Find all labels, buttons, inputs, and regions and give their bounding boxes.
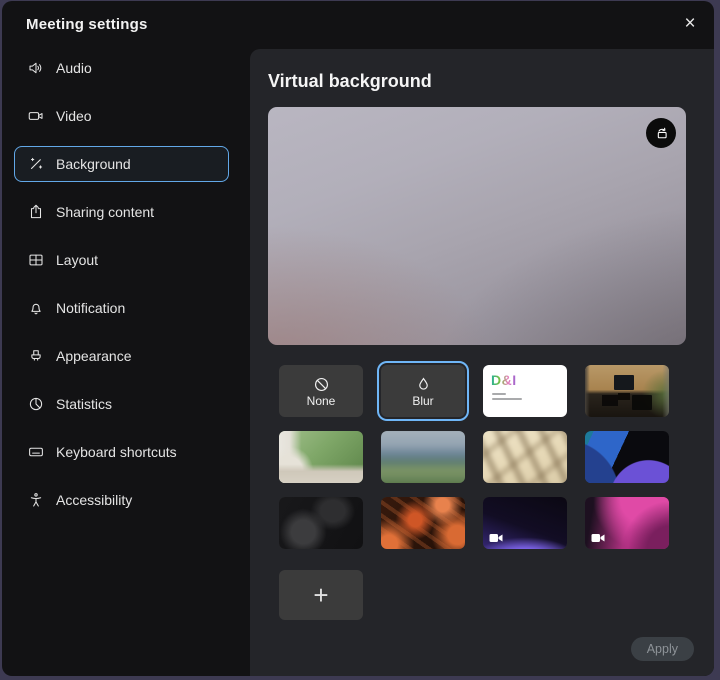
- none-icon: [312, 375, 331, 394]
- sidebar-item-layout[interactable]: Layout: [14, 242, 229, 278]
- plus-icon: +: [313, 580, 328, 611]
- flip-camera-button[interactable]: [646, 118, 676, 148]
- office-photo: [585, 365, 669, 417]
- background-thumbnail-orange-lava[interactable]: [381, 497, 465, 549]
- camera-preview: [268, 107, 686, 345]
- layout-grid-icon: [27, 251, 45, 269]
- sidebar-item-accessibility[interactable]: Accessibility: [14, 482, 229, 518]
- close-icon[interactable]: ×: [678, 11, 702, 35]
- background-thumbnail-living-room[interactable]: [279, 431, 363, 483]
- sidebar-item-sharing-content[interactable]: Sharing content: [14, 194, 229, 230]
- window-shadows-photo: [483, 431, 567, 483]
- sidebar-item-label: Video: [56, 108, 92, 124]
- dialog-title: Meeting settings: [26, 16, 148, 33]
- sidebar-item-label: Appearance: [56, 348, 132, 364]
- abstract-art: [585, 431, 669, 483]
- background-thumbnail-dark-waves[interactable]: [279, 497, 363, 549]
- sidebar-item-label: Audio: [56, 60, 92, 76]
- background-thumbnail-abstract-blue-purple[interactable]: [585, 431, 669, 483]
- background-thumbnail-dandi-logo[interactable]: D&I: [483, 365, 567, 417]
- video-camera-badge-icon: [489, 533, 503, 543]
- background-blur-button[interactable]: Blur: [381, 365, 465, 417]
- accessibility-icon: [27, 491, 45, 509]
- background-thumbnail-blurred-mountains[interactable]: [381, 431, 465, 483]
- sidebar-item-label: Keyboard shortcuts: [56, 444, 177, 460]
- background-thumbnail-purple-glow[interactable]: [483, 497, 567, 549]
- magic-wand-icon: [27, 155, 45, 173]
- apply-button[interactable]: Apply: [631, 637, 694, 661]
- dandi-logo-text: D&I: [491, 372, 517, 388]
- background-thumbnail-window-shadows[interactable]: [483, 431, 567, 483]
- blur-label: Blur: [412, 395, 433, 408]
- none-label: None: [307, 395, 336, 408]
- sidebar-item-label: Sharing content: [56, 204, 154, 220]
- sidebar-item-audio[interactable]: Audio: [14, 50, 229, 86]
- video-camera-badge-icon: [591, 533, 605, 543]
- keyboard-icon: [27, 443, 45, 461]
- background-thumbnail-grid: None Blur D&I: [279, 365, 714, 549]
- sidebar-item-label: Statistics: [56, 396, 112, 412]
- paintbrush-icon: [27, 347, 45, 365]
- background-none-button[interactable]: None: [279, 365, 363, 417]
- sidebar-item-video[interactable]: Video: [14, 98, 229, 134]
- mountains-photo: [381, 431, 465, 483]
- sidebar-item-label: Accessibility: [56, 492, 132, 508]
- virtual-background-panel: Virtual background None Blur D&I: [250, 49, 714, 676]
- panel-title: Virtual background: [268, 71, 432, 92]
- background-thumbnail-pink-abstract[interactable]: [585, 497, 669, 549]
- camera-icon: [27, 107, 45, 125]
- sidebar-item-notification[interactable]: Notification: [14, 290, 229, 326]
- dandi-tagline-line: [492, 393, 506, 395]
- sidebar-item-background[interactable]: Background: [14, 146, 229, 182]
- bell-icon: [27, 299, 45, 317]
- sidebar-item-appearance[interactable]: Appearance: [14, 338, 229, 374]
- speaker-icon: [27, 59, 45, 77]
- sidebar-item-label: Background: [56, 156, 131, 172]
- share-icon: [27, 203, 45, 221]
- sidebar-item-keyboard-shortcuts[interactable]: Keyboard shortcuts: [14, 434, 229, 470]
- dark-waves-art: [279, 497, 363, 549]
- meeting-settings-dialog: Meeting settings × Audio Video Backgroun…: [2, 1, 714, 676]
- pie-chart-icon: [27, 395, 45, 413]
- settings-sidebar: Audio Video Background Sharing content L…: [2, 49, 250, 676]
- flip-camera-icon: [653, 125, 670, 142]
- sidebar-item-label: Layout: [56, 252, 98, 268]
- lava-texture: [381, 497, 465, 549]
- dandi-tagline-line: [492, 398, 522, 400]
- living-room-photo: [279, 431, 363, 483]
- blur-droplet-icon: [414, 375, 433, 394]
- sidebar-item-label: Notification: [56, 300, 125, 316]
- sidebar-item-statistics[interactable]: Statistics: [14, 386, 229, 422]
- add-background-button[interactable]: +: [279, 570, 363, 620]
- background-thumbnail-office-interior[interactable]: [585, 365, 669, 417]
